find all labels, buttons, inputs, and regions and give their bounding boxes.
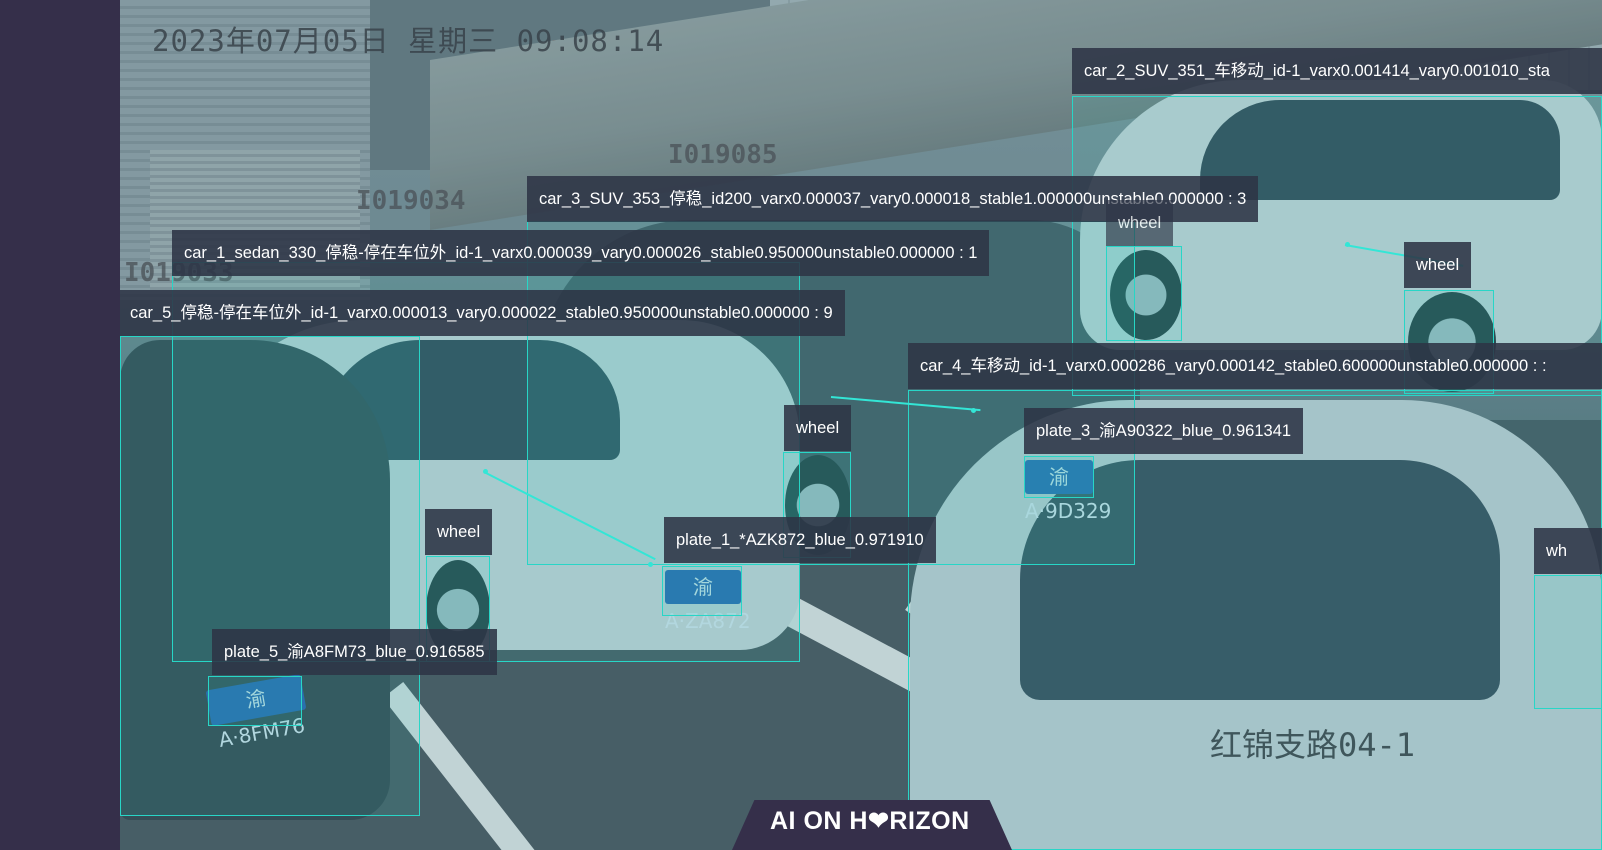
detection-box-wheel[interactable]: [1534, 575, 1602, 709]
label-wheel[interactable]: wheel: [784, 405, 852, 451]
detection-box-car-5[interactable]: [120, 336, 420, 816]
label-plate-3[interactable]: plate_3_渝A90322_blue_0.961341: [1024, 408, 1304, 454]
label-plate-5[interactable]: plate_5_渝A8FM73_blue_0.916585: [212, 629, 497, 675]
label-car-4[interactable]: car_4_车移动_id-1_varx0.000286_vary0.000142…: [908, 343, 1602, 389]
label-car-5[interactable]: car_5_停稳-停在车位外_id-1_varx0.000013_vary0.0…: [120, 290, 845, 336]
osd-datetime: 2023年07月05日 星期三 09:08:14: [152, 24, 665, 58]
detection-box-car-4[interactable]: [908, 390, 1602, 850]
camera-view[interactable]: 渝A·ZA872 渝A·9D329 渝A·8FM76 2023年07月05日 星…: [120, 0, 1602, 850]
detection-box-plate-3[interactable]: [1024, 456, 1094, 498]
label-wheel[interactable]: wheel: [1404, 242, 1472, 288]
keypoint-dot: [1345, 242, 1350, 247]
keypoint-dot: [971, 408, 976, 413]
detection-box-plate-5[interactable]: [208, 676, 302, 726]
id-tag: I019034: [356, 186, 466, 216]
label-plate-1[interactable]: plate_1_*AZK872_blue_0.971910: [664, 517, 936, 563]
detection-box-wheel[interactable]: [1106, 246, 1182, 341]
keypoint-dot: [483, 469, 488, 474]
detection-box-plate-1[interactable]: [662, 566, 742, 616]
label-wheel[interactable]: wheel: [425, 509, 493, 555]
keypoint-dot: [648, 562, 653, 567]
label-car-2[interactable]: car_2_SUV_351_车移动_id-1_varx0.001414_vary…: [1072, 48, 1602, 94]
label-wheel[interactable]: wh: [1534, 528, 1602, 574]
brand-logo: AI ON H❤RIZON: [770, 807, 970, 835]
left-sidebar: [0, 0, 120, 850]
label-wheel[interactable]: wheel: [1106, 200, 1174, 246]
id-tag: I019085: [668, 140, 778, 170]
label-car-1[interactable]: car_1_sedan_330_停稳-停在车位外_id-1_varx0.0000…: [172, 230, 990, 276]
